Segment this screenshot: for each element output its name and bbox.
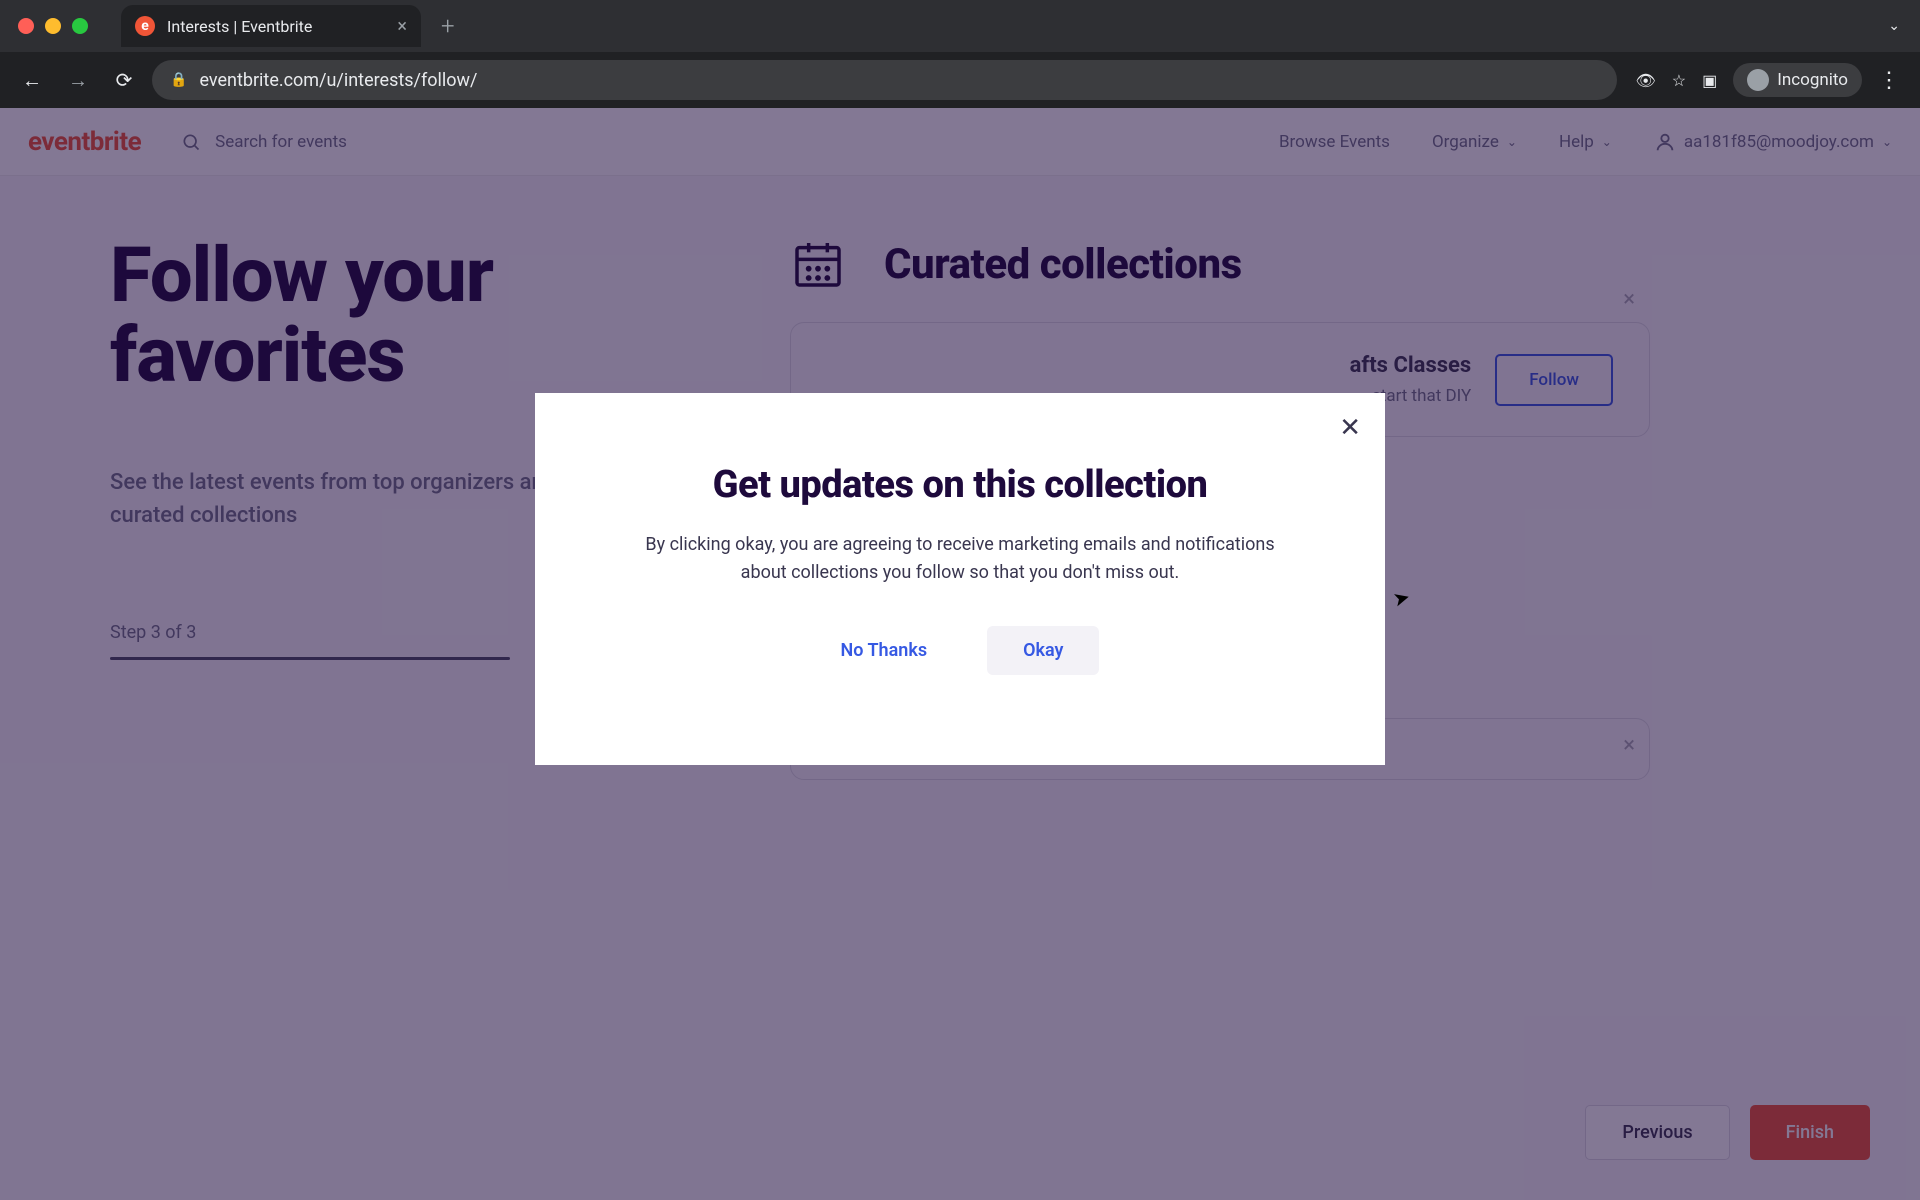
url-text: eventbrite.com/u/interests/follow/: [199, 70, 477, 91]
lock-icon: 🔒: [170, 72, 187, 88]
modal-body: By clicking okay, you are agreeing to re…: [575, 531, 1345, 587]
window-minimize-button[interactable]: [45, 18, 61, 34]
modal-title: Get updates on this collection: [575, 463, 1345, 507]
tab-overflow-icon[interactable]: ⌄: [1888, 18, 1900, 34]
back-button[interactable]: ←: [14, 62, 50, 98]
address-bar: ← → ⟳ 🔒 eventbrite.com/u/interests/follo…: [0, 52, 1920, 108]
okay-button[interactable]: Okay: [987, 626, 1099, 675]
modal-close-icon[interactable]: ✕: [1339, 413, 1361, 443]
close-tab-icon[interactable]: ×: [397, 16, 407, 37]
favicon-icon: [135, 16, 155, 36]
titlebar: Interests | Eventbrite × + ⌄: [0, 0, 1920, 52]
modal-overlay[interactable]: ✕ Get updates on this collection By clic…: [0, 108, 1920, 1200]
reload-button[interactable]: ⟳: [106, 62, 142, 98]
window-maximize-button[interactable]: [72, 18, 88, 34]
browser-right-icons: 👁 ☆ ▣ Incognito ⋮: [1627, 63, 1906, 97]
modal-actions: No Thanks Okay: [575, 626, 1345, 675]
browser-menu-icon[interactable]: ⋮: [1878, 68, 1898, 93]
incognito-icon: [1747, 69, 1769, 91]
incognito-label: Incognito: [1777, 70, 1848, 90]
star-icon[interactable]: ☆: [1672, 71, 1686, 90]
browser-tab[interactable]: Interests | Eventbrite ×: [121, 5, 421, 47]
new-tab-button[interactable]: +: [441, 12, 455, 40]
url-input[interactable]: 🔒 eventbrite.com/u/interests/follow/: [152, 60, 1617, 100]
window-close-button[interactable]: [18, 18, 34, 34]
forward-button[interactable]: →: [60, 62, 96, 98]
no-thanks-button[interactable]: No Thanks: [821, 626, 948, 675]
extensions-icon[interactable]: ▣: [1702, 71, 1717, 90]
tab-title: Interests | Eventbrite: [167, 17, 397, 36]
browser-chrome: Interests | Eventbrite × + ⌄ ← → ⟳ 🔒 eve…: [0, 0, 1920, 108]
incognito-badge[interactable]: Incognito: [1733, 63, 1862, 97]
modal-dialog: ✕ Get updates on this collection By clic…: [535, 393, 1385, 766]
eye-off-icon[interactable]: 👁: [1635, 71, 1655, 90]
